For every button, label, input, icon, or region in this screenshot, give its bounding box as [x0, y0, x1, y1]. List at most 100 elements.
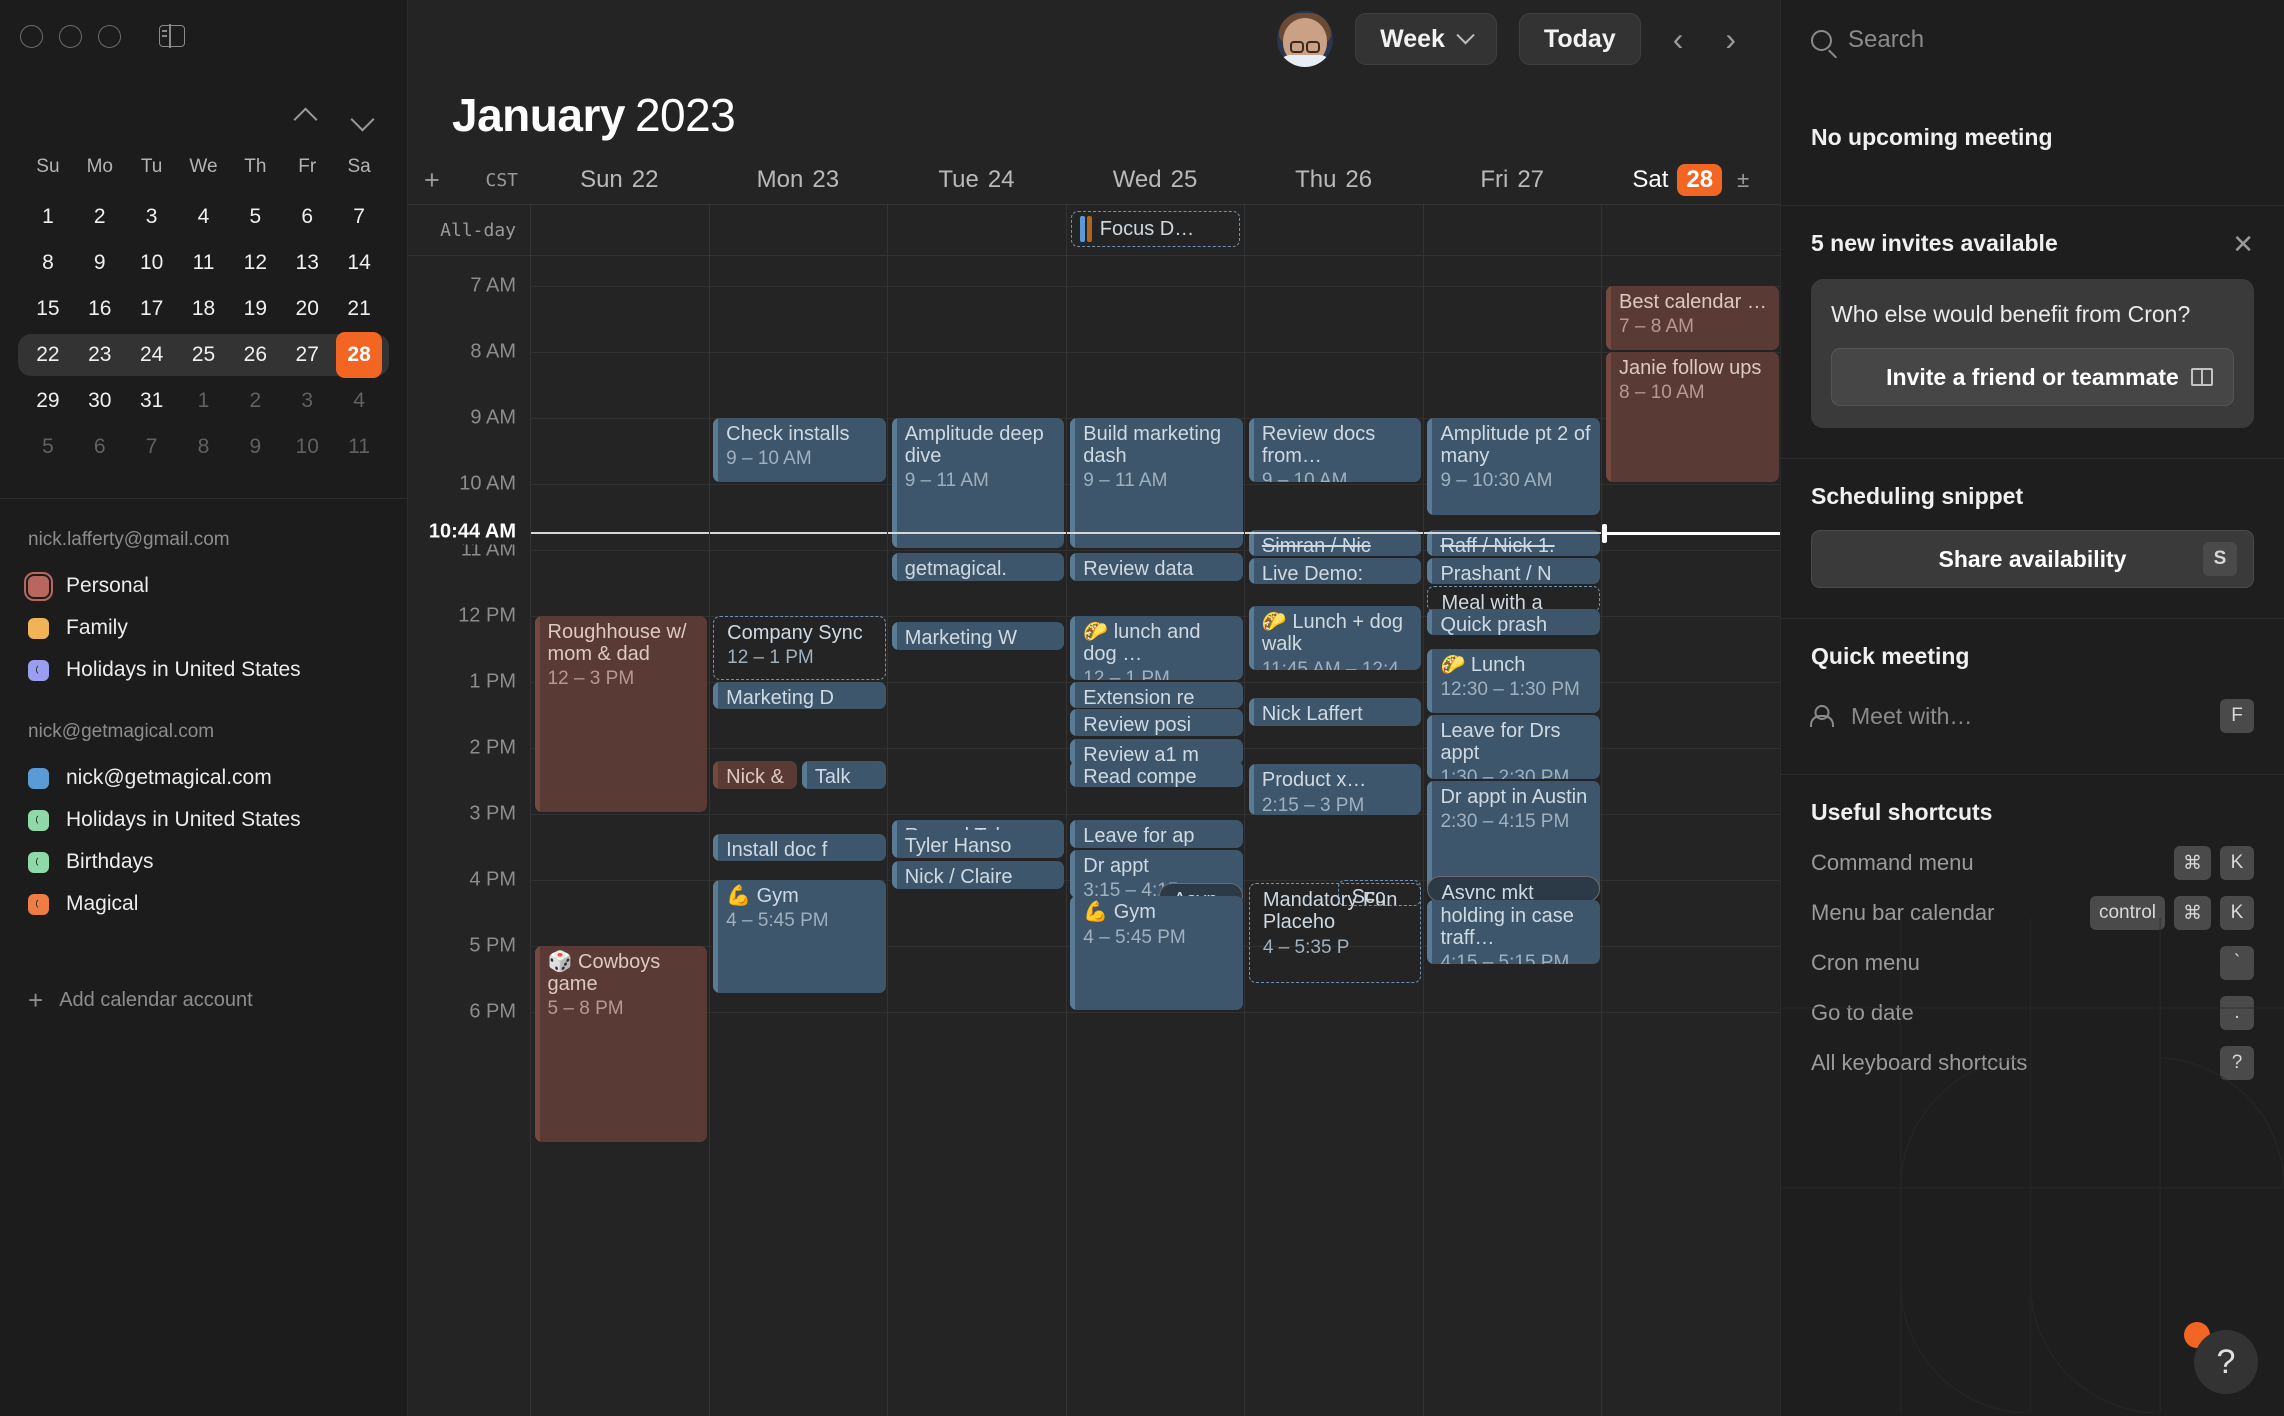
mini-calendar-day[interactable]: 4 — [178, 194, 230, 240]
all-day-cell[interactable] — [1422, 205, 1602, 255]
time-grid[interactable]: 7 AM 8 AM 9 AM 10 AM 11 AM 12 PM 1 PM 2 PM 3 PM 4… — [408, 256, 1780, 1416]
all-day-cell[interactable]: Focus D… — [1065, 205, 1245, 255]
calendar-event[interactable]: Nick Laffert — [1248, 698, 1422, 726]
mini-calendar-day[interactable]: 12 — [229, 240, 281, 286]
mini-calendar-day[interactable]: 23 — [74, 332, 126, 378]
calendar-event[interactable]: Quick prash — [1427, 609, 1601, 636]
mini-calendar-day[interactable]: 31 — [126, 378, 178, 424]
view-selector-button[interactable]: Week — [1355, 13, 1497, 65]
mini-calendar-day[interactable]: 9 — [229, 424, 281, 470]
calendar-event[interactable]: Best calendar … 7 – 8 AM — [1606, 285, 1779, 350]
calendar-event[interactable]: Asvnc mkt — [1427, 876, 1601, 903]
mini-calendar-day[interactable]: 1 — [22, 194, 74, 240]
day-column-fri[interactable]: Amplitude pt 2 of many 9 – 10:30 AM Raff /… — [1422, 256, 1602, 1416]
calendar-list-item[interactable]: nick@getmagical.com — [0, 757, 407, 799]
mini-calendar-day[interactable]: 19 — [229, 286, 281, 332]
next-week-button[interactable]: › — [1715, 23, 1746, 55]
all-day-cell[interactable] — [530, 205, 709, 255]
invite-friend-button[interactable]: Invite a friend or teammate — [1831, 348, 2234, 406]
mini-calendar-day[interactable]: 29 — [22, 378, 74, 424]
day-column-sat[interactable]: Best calendar … 7 – 8 AM Janie follow ups 8… — [1601, 256, 1780, 1416]
mini-calendar-day[interactable]: 4 — [333, 378, 385, 424]
day-header-thu[interactable]: Thu 26 — [1244, 164, 1423, 196]
calendar-list-item[interactable]: Birthdays — [0, 841, 407, 883]
calendar-event[interactable]: Marketing D — [713, 681, 886, 710]
add-calendar-account-button[interactable]: + Add calendar account — [0, 965, 407, 1035]
calendar-color-swatch[interactable] — [23, 571, 54, 601]
mini-calendar-day[interactable]: 27 — [281, 332, 333, 378]
expand-icon[interactable]: ± — [1737, 167, 1749, 193]
all-day-cell[interactable] — [1601, 205, 1780, 255]
calendar-event[interactable]: Scc — [1337, 879, 1422, 906]
calendar-event[interactable]: 🌮 Lunch + dog walk 11:45 AM – 12:4 — [1248, 605, 1422, 670]
mini-calendar-day[interactable]: 3 — [126, 194, 178, 240]
day-column-thu[interactable]: Review docs from… 9 – 10 AM Simran / Nic Li… — [1244, 256, 1423, 1416]
mini-calendar-day[interactable]: 11 — [333, 424, 385, 470]
mini-calendar-day[interactable]: 13 — [281, 240, 333, 286]
mini-calendar-day[interactable]: 5 — [229, 194, 281, 240]
calendar-event[interactable]: Extension re — [1070, 681, 1243, 708]
calendar-list-item[interactable]: Magical — [0, 883, 407, 925]
search-input[interactable]: Search — [1781, 0, 2284, 80]
calendar-list-item[interactable]: Family — [0, 607, 407, 649]
day-column-sun[interactable]: Roughhouse w/ mom & dad 12 – 3 PM 🎲 Cowboy… — [530, 256, 709, 1416]
mini-calendar-day[interactable]: 18 — [178, 286, 230, 332]
sidebar-toggle-icon[interactable] — [159, 24, 185, 48]
mini-calendar-day[interactable]: 6 — [281, 194, 333, 240]
calendar-event[interactable]: holding in case traff… 4:15 – 5:15 PM — [1427, 899, 1601, 964]
calendar-event[interactable]: 🎲 Cowboys game 5 – 8 PM — [534, 945, 708, 1142]
calendar-color-swatch[interactable] — [28, 617, 49, 639]
calendar-list-item[interactable]: Personal — [0, 565, 407, 607]
calendar-event[interactable]: Read compe — [1070, 760, 1243, 787]
mini-calendar-day[interactable]: 10 — [281, 424, 333, 470]
calendar-event[interactable]: Janie follow ups 8 – 10 AM — [1606, 351, 1779, 482]
zoom-window-button[interactable] — [98, 24, 121, 48]
chevron-down-icon[interactable] — [350, 106, 375, 132]
mini-calendar-day[interactable]: 20 — [281, 286, 333, 332]
calendar-event[interactable]: 🌮 Lunch 12:30 – 1:30 PM — [1427, 648, 1601, 713]
mini-calendar-day[interactable]: 30 — [74, 378, 126, 424]
previous-week-button[interactable]: ‹ — [1663, 23, 1694, 55]
calendar-event[interactable]: Meal with a — [1427, 586, 1601, 612]
mini-calendar-day[interactable]: 17 — [126, 286, 178, 332]
calendar-event[interactable]: Prashant / N — [1427, 557, 1601, 584]
mini-calendar-today[interactable]: 28 — [333, 332, 385, 378]
minimize-window-button[interactable] — [59, 24, 82, 48]
meet-with-input[interactable]: Meet with… F — [1811, 688, 2254, 744]
mini-calendar-day[interactable]: 2 — [229, 378, 281, 424]
rss-icon[interactable] — [28, 851, 49, 873]
calendar-color-swatch[interactable] — [28, 767, 49, 789]
share-availability-button[interactable]: Share availability S — [1811, 530, 2254, 588]
mini-calendar-day[interactable]: 5 — [22, 424, 74, 470]
calendar-event[interactable]: Install doc f — [713, 833, 886, 862]
calendar-list-item[interactable]: Holidays in United States — [0, 649, 407, 691]
mini-calendar-day[interactable]: 8 — [178, 424, 230, 470]
help-question-icon[interactable]: ? — [2194, 1330, 2258, 1394]
close-window-button[interactable] — [20, 24, 43, 48]
shortcut-row[interactable]: Go to date. — [1811, 988, 2254, 1038]
calendar-event[interactable]: Marketing W — [891, 622, 1065, 650]
calendar-event[interactable]: Roughhouse w/ mom & dad 12 – 3 PM — [534, 615, 708, 812]
day-header-fri[interactable]: Fri 27 — [1423, 164, 1602, 196]
mini-calendar-day[interactable]: 2 — [74, 194, 126, 240]
calendar-event[interactable]: 💪 Gym 4 – 5:45 PM — [1070, 896, 1243, 1010]
calendar-event[interactable]: Leave for ap — [1070, 820, 1243, 848]
day-column-mon[interactable]: Check installs 9 – 10 AM Company Sync 12 – … — [708, 256, 888, 1416]
close-icon[interactable]: ✕ — [2232, 231, 2254, 257]
mini-calendar-day[interactable]: 26 — [229, 332, 281, 378]
calendar-event[interactable]: Live Demo: — [1248, 557, 1422, 584]
calendar-list-item[interactable]: Holidays in United States — [0, 799, 407, 841]
calendar-event[interactable]: Company Sync 12 – 1 PM — [713, 615, 886, 680]
today-button[interactable]: Today — [1518, 13, 1641, 65]
mini-calendar-day[interactable]: 7 — [333, 194, 385, 240]
day-header-sat[interactable]: Sat 28 ± — [1601, 164, 1780, 196]
calendar-event[interactable]: getmagical. — [891, 553, 1065, 581]
all-day-cell[interactable] — [708, 205, 888, 255]
calendar-event[interactable]: Nick & — [713, 760, 797, 789]
user-avatar[interactable] — [1277, 11, 1334, 67]
add-event-button[interactable]: + — [424, 166, 440, 194]
mini-calendar-day[interactable]: 1 — [178, 378, 230, 424]
shortcut-row[interactable]: All keyboard shortcuts? — [1811, 1038, 2254, 1088]
mini-calendar-day[interactable]: 25 — [178, 332, 230, 378]
mini-calendar-day[interactable]: 3 — [281, 378, 333, 424]
